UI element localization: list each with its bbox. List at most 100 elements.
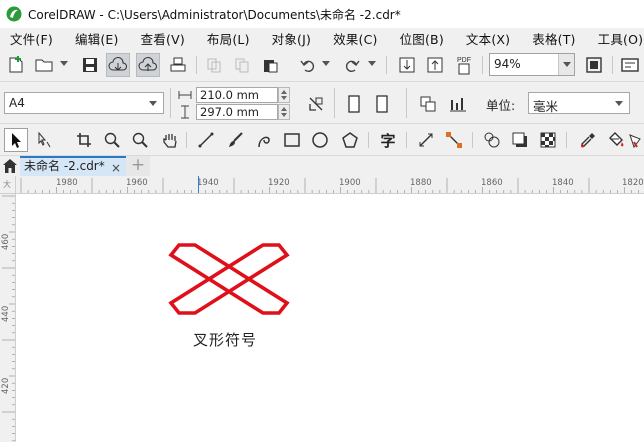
dimension-icon — [419, 133, 433, 147]
crossbuck-bar-descending — [168, 243, 290, 315]
smart-fill-tool[interactable] — [628, 128, 642, 152]
pan-tool[interactable] — [158, 128, 182, 152]
transparency-tool[interactable] — [536, 128, 560, 152]
cut-button[interactable] — [202, 53, 226, 77]
toolbox-separator — [186, 132, 187, 148]
horizontal-ruler[interactable]: 1980 1960 1940 1920 1900 1880 1860 1840 … — [16, 176, 644, 194]
artistic-media-tool[interactable] — [224, 128, 248, 152]
ruler-label: 1840 — [552, 178, 574, 188]
crop-tool[interactable] — [72, 128, 96, 152]
align-page-icon — [309, 97, 323, 111]
vertical-ruler[interactable]: 460 440 420 — [0, 194, 16, 442]
home-icon[interactable] — [2, 158, 18, 174]
page-size-select[interactable]: A4 — [4, 92, 164, 114]
drawing-canvas[interactable]: 叉形符号 — [17, 195, 644, 442]
page-width-input[interactable]: 210.0 mm — [196, 87, 278, 103]
menu-text[interactable]: 文本(X) — [466, 29, 510, 48]
zoom-level-combo[interactable]: 94% — [489, 53, 575, 76]
checker-icon — [540, 132, 556, 148]
pen-curve-tool[interactable] — [252, 128, 276, 152]
new-document-icon — [9, 56, 23, 73]
menu-edit[interactable]: 编辑(E) — [75, 29, 119, 48]
zoom-icon — [104, 132, 120, 148]
options-icon — [621, 58, 639, 72]
open-button[interactable] — [32, 53, 56, 77]
new-document-button[interactable] — [4, 53, 28, 77]
redo-dropdown-caret[interactable] — [368, 61, 376, 66]
portrait-button[interactable] — [342, 92, 366, 116]
rectangle-icon — [284, 133, 300, 147]
landscape-button[interactable] — [370, 92, 394, 116]
menu-object[interactable]: 对象(J) — [272, 29, 311, 48]
connector-icon — [446, 132, 462, 148]
copy-button[interactable] — [230, 53, 254, 77]
menu-file[interactable]: 文件(F) — [10, 29, 53, 48]
menu-effects[interactable]: 效果(C) — [333, 29, 377, 48]
blend-tool[interactable] — [480, 128, 504, 152]
crossbuck-symbol[interactable] — [167, 241, 293, 317]
menu-table[interactable]: 表格(T) — [532, 29, 575, 48]
undo-button[interactable] — [296, 53, 320, 77]
zoom-out-tool[interactable] — [128, 128, 152, 152]
landscape-icon — [376, 95, 388, 113]
shape-tool[interactable] — [32, 128, 56, 152]
interactive-fill-tool[interactable] — [604, 128, 628, 152]
cloud-download-button[interactable] — [106, 53, 130, 77]
document-tab-bar: 未命名 -2.cdr* × + — [0, 156, 644, 176]
fill-bucket-icon — [609, 132, 624, 147]
all-pages-button[interactable] — [416, 92, 440, 116]
menu-view[interactable]: 查看(V) — [141, 29, 185, 48]
align-to-page-button[interactable] — [304, 92, 328, 116]
options-button[interactable] — [618, 53, 642, 77]
ellipse-tool[interactable] — [308, 128, 332, 152]
cloud-upload-button[interactable] — [136, 53, 160, 77]
current-page-button[interactable] — [446, 92, 470, 116]
ruler-label: 440 — [1, 305, 11, 322]
pointer-icon — [12, 133, 21, 148]
page-width-spinner[interactable] — [278, 87, 290, 103]
polygon-tool[interactable] — [338, 128, 362, 152]
toolbar-separator — [386, 56, 387, 74]
open-dropdown-caret[interactable] — [60, 61, 68, 66]
paste-button[interactable] — [258, 53, 282, 77]
connector-tool[interactable] — [442, 128, 466, 152]
rectangle-tool[interactable] — [280, 128, 304, 152]
propbar-separator — [170, 88, 171, 118]
toolbox-separator — [406, 132, 407, 148]
text-tool[interactable]: 字 — [376, 128, 400, 152]
document-tab[interactable]: 未命名 -2.cdr* × — [20, 156, 126, 176]
import-button[interactable] — [395, 53, 419, 77]
full-screen-icon — [586, 57, 602, 73]
drop-shadow-tool[interactable] — [508, 128, 532, 152]
eyedropper-tool[interactable] — [576, 128, 600, 152]
ruler-origin-corner[interactable]: 大 — [0, 176, 16, 194]
toolbar-separator — [612, 56, 613, 74]
zoom-tool[interactable] — [100, 128, 124, 152]
page-height-spinner[interactable] — [278, 104, 290, 120]
document-tab-label: 未命名 -2.cdr* — [24, 159, 105, 173]
freehand-tool[interactable] — [194, 128, 218, 152]
menu-bitmaps[interactable]: 位图(B) — [400, 29, 444, 48]
export-button[interactable] — [423, 53, 447, 77]
new-tab-button[interactable]: + — [126, 156, 150, 176]
menu-tools[interactable]: 工具(O) — [598, 29, 644, 48]
page-edge-marker — [198, 176, 199, 193]
print-icon — [170, 57, 186, 72]
publish-pdf-button[interactable]: PDF — [452, 53, 476, 77]
full-screen-preview-button[interactable] — [582, 53, 606, 77]
dimension-tool[interactable] — [414, 128, 438, 152]
units-select[interactable]: 毫米 — [528, 92, 630, 114]
page-size-value: A4 — [9, 96, 25, 110]
toolbox-separator — [368, 132, 369, 148]
tab-close-icon[interactable]: × — [111, 160, 121, 177]
print-button[interactable] — [166, 53, 190, 77]
page-height-input[interactable]: 297.0 mm — [196, 104, 278, 120]
zoom-dropdown-button[interactable] — [558, 54, 574, 75]
menu-layout[interactable]: 布局(L) — [207, 29, 250, 48]
save-button[interactable] — [78, 53, 102, 77]
undo-dropdown-caret[interactable] — [322, 61, 330, 66]
cut-icon — [207, 58, 221, 73]
pick-tool[interactable] — [4, 128, 28, 152]
redo-button[interactable] — [340, 53, 364, 77]
pdf-icon: PDF — [457, 57, 471, 75]
